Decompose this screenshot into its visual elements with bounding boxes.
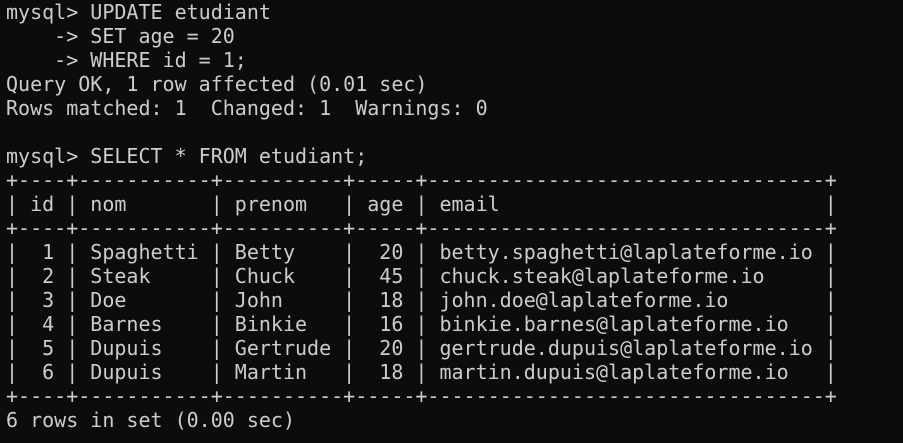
table-header-row: | id | nom | prenom | age | email |	[6, 192, 837, 216]
table-row: | 5 | Dupuis | Gertrude | 20 | gertrude.…	[6, 336, 837, 360]
query-ok-line: Query OK, 1 row affected (0.01 sec)	[6, 72, 428, 96]
table-row: | 4 | Barnes | Binkie | 16 | binkie.barn…	[6, 312, 837, 336]
rows-matched-line: Rows matched: 1 Changed: 1 Warnings: 0	[6, 96, 488, 120]
table-row: | 3 | Doe | John | 18 | john.doe@laplate…	[6, 288, 837, 312]
table-row: | 1 | Spaghetti | Betty | 20 | betty.spa…	[6, 240, 837, 264]
update-prompt-line: mysql> UPDATE etudiant	[6, 0, 271, 24]
terminal-window[interactable]: mysql> UPDATE etudiant -> SET age = 20 -…	[0, 0, 903, 443]
table-border-bottom: +----+-----------+----------+-----+-----…	[6, 384, 837, 408]
update-where-line: -> WHERE id = 1;	[6, 48, 247, 72]
table-row: | 2 | Steak | Chuck | 45 | chuck.steak@l…	[6, 264, 837, 288]
select-prompt-line: mysql> SELECT * FROM etudiant;	[6, 144, 368, 168]
table-row: | 6 | Dupuis | Martin | 18 | martin.dupu…	[6, 360, 837, 384]
rows-in-set-line: 6 rows in set (0.00 sec)	[6, 408, 295, 432]
table-border-top: +----+-----------+----------+-----+-----…	[6, 168, 837, 192]
table-border-mid: +----+-----------+----------+-----+-----…	[6, 216, 837, 240]
update-set-line: -> SET age = 20	[6, 24, 235, 48]
